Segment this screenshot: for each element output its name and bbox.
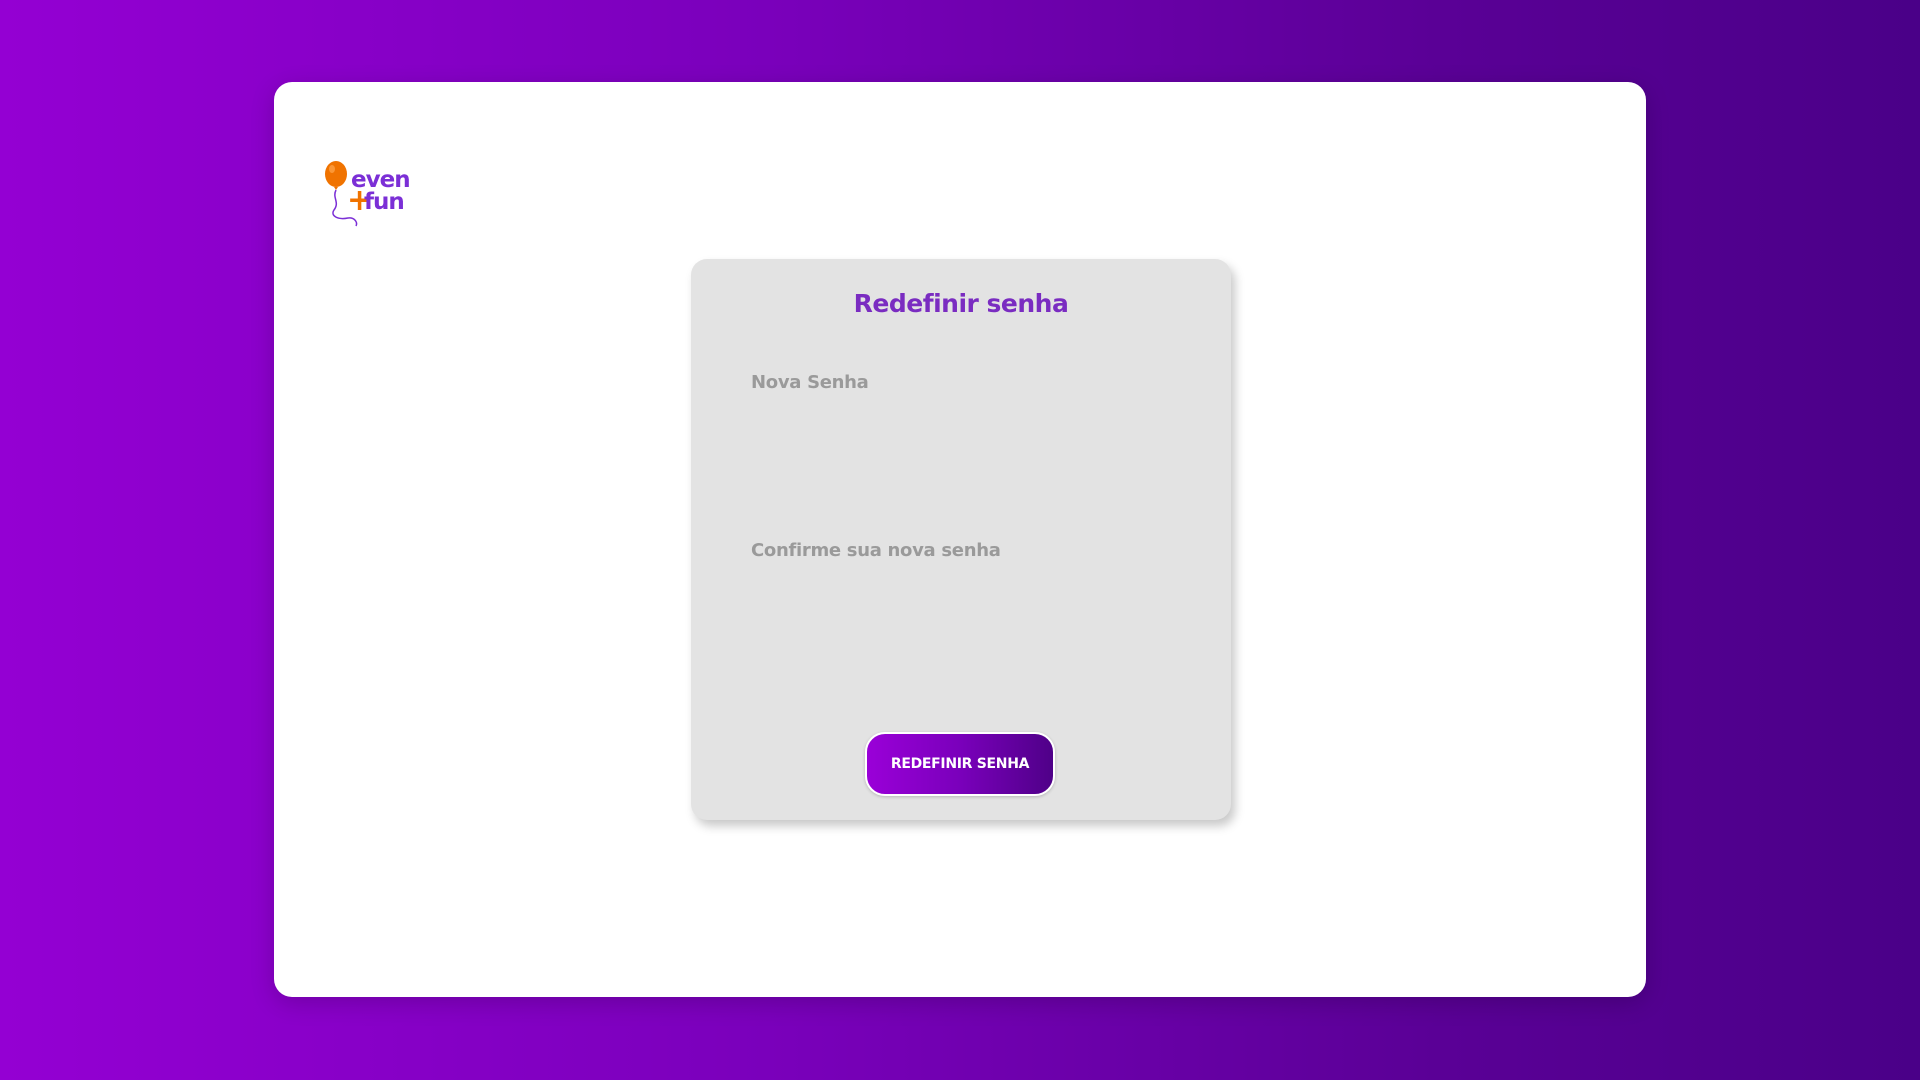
page-title: Redefinir senha <box>853 289 1069 318</box>
main-panel: even + fun Redefinir senha Nova Senha Co… <box>274 82 1646 997</box>
even-fun-logo: even + fun <box>324 160 434 240</box>
confirm-password-input[interactable] <box>751 547 1175 589</box>
reset-password-card: Redefinir senha Nova Senha Confirme sua … <box>691 259 1231 820</box>
new-password-input[interactable] <box>751 379 1175 421</box>
reset-password-button[interactable]: REDEFINIR SENHA <box>865 732 1055 796</box>
logo-text-fun: fun <box>364 189 405 215</box>
